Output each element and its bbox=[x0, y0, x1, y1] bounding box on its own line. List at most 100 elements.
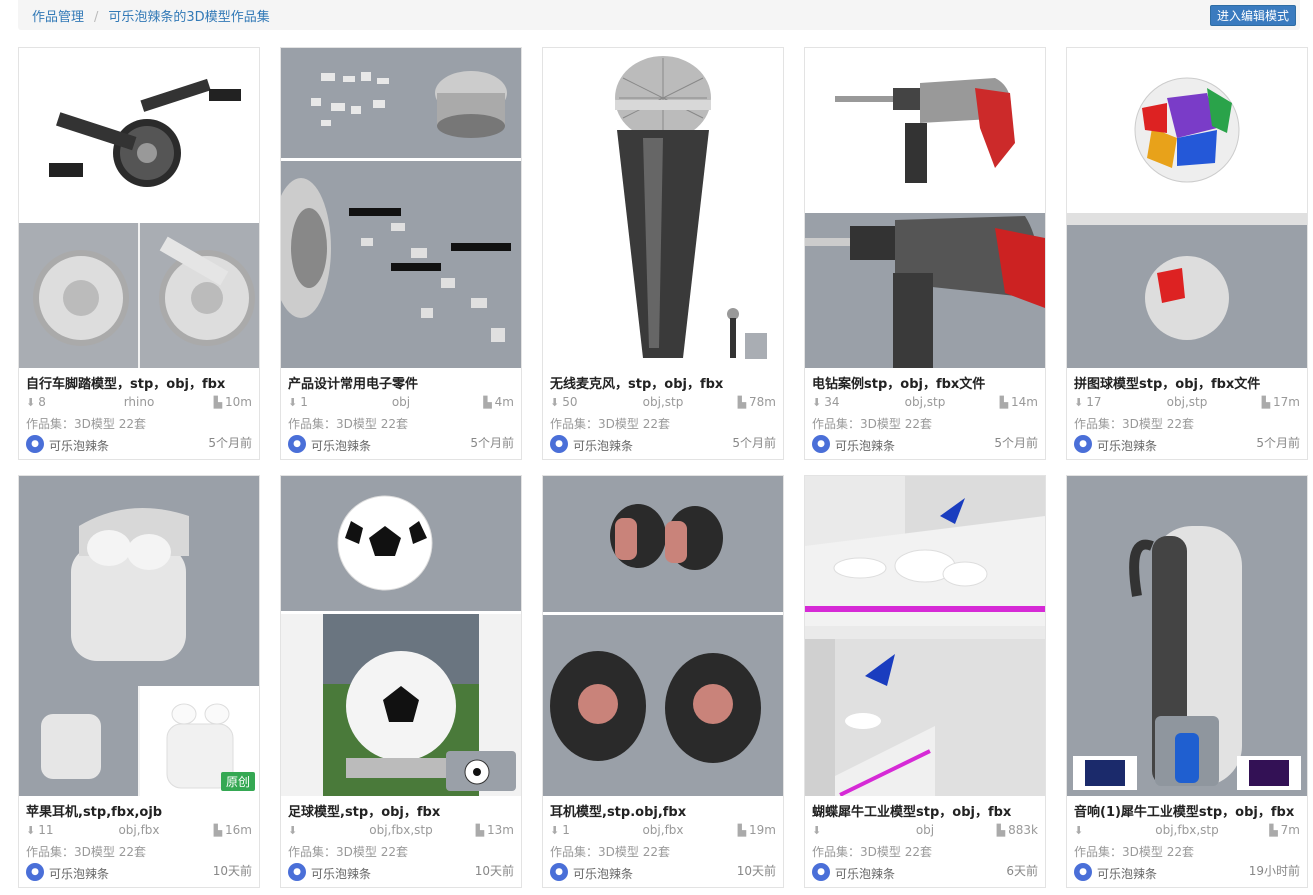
file-size: ▙ 4m bbox=[483, 395, 514, 409]
work-card[interactable]: 电钻案例stp，obj，fbx文件 ⬇ 34 obj,stp ▙ 14m 作品集：3… bbox=[804, 47, 1046, 460]
work-card[interactable]: 耳机模型,stp.obj,fbx ⬇ 1 obj,fbx ▙ 19m 作品集：3D模… bbox=[542, 475, 784, 888]
work-info: 无线麦克风，stp，obj，fbx ⬇ 50 obj,stp ▙ 78m 作品集：3… bbox=[543, 368, 783, 460]
file-size: ▙ 7m bbox=[1269, 823, 1300, 837]
author-name[interactable]: 可乐泡辣条 bbox=[49, 437, 109, 454]
collection-label[interactable]: 作品集：3D模型 22套 bbox=[26, 843, 252, 860]
work-thumbnail[interactable] bbox=[543, 48, 783, 368]
avatar-icon[interactable]: ● bbox=[26, 435, 44, 453]
file-size: ▙ 17m bbox=[1262, 395, 1300, 409]
work-stats: ⬇ 17 obj,stp ▙ 17m bbox=[1074, 395, 1300, 411]
work-thumbnail[interactable] bbox=[281, 48, 521, 368]
file-size-value: 14m bbox=[1011, 395, 1038, 409]
collection-label[interactable]: 作品集：3D模型 22套 bbox=[812, 415, 1038, 432]
collection-label[interactable]: 作品集：3D模型 22套 bbox=[1074, 415, 1300, 432]
file-size: ▙ 14m bbox=[1000, 395, 1038, 409]
work-thumbnail[interactable] bbox=[805, 476, 1045, 796]
file-icon: ▙ bbox=[475, 824, 485, 837]
work-thumbnail[interactable] bbox=[805, 48, 1045, 368]
avatar-icon[interactable]: ● bbox=[1074, 435, 1092, 453]
file-size-value: 78m bbox=[749, 395, 776, 409]
work-info: 苹果耳机,stp,fbx,ojb ⬇ 11 obj,fbx ▙ 16m 作品集：3D… bbox=[19, 796, 259, 888]
work-thumbnail[interactable] bbox=[281, 476, 521, 796]
work-card[interactable]: 拼图球模型stp，obj，fbx文件 ⬇ 17 obj,stp ▙ 17m 作品集：… bbox=[1066, 47, 1308, 460]
avatar-icon[interactable]: ● bbox=[812, 863, 830, 881]
work-title[interactable]: 电钻案例stp，obj，fbx文件 bbox=[812, 373, 1038, 392]
work-thumbnail[interactable] bbox=[1067, 476, 1307, 796]
work-info: 音响(1)犀牛工业模型stp，obj，fbx ⬇ obj,fbx,stp ▙ 7m… bbox=[1067, 796, 1307, 888]
work-card[interactable]: 音响(1)犀牛工业模型stp，obj，fbx ⬇ obj,fbx,stp ▙ 7m… bbox=[1066, 475, 1308, 888]
work-title[interactable]: 音响(1)犀牛工业模型stp，obj，fbx bbox=[1074, 801, 1300, 820]
file-icon: ▙ bbox=[213, 824, 223, 837]
author-row: ● 可乐泡辣条 10天前 bbox=[26, 862, 252, 882]
work-title[interactable]: 产品设计常用电子零件 bbox=[288, 373, 514, 392]
work-card[interactable]: 原创 苹果耳机,stp,fbx,ojb ⬇ 11 obj,fbx ▙ 16m 作品集… bbox=[18, 475, 260, 888]
work-info: 产品设计常用电子零件 ⬇ 1 obj ▙ 4m 作品集：3D模型 22套 ● 可乐泡… bbox=[281, 368, 521, 460]
work-card[interactable]: 蝴蝶犀牛工业模型stp，obj，fbx ⬇ obj ▙ 883k 作品集：3D模型… bbox=[804, 475, 1046, 888]
work-title[interactable]: 自行车脚踏模型，stp，obj，fbx bbox=[26, 373, 252, 392]
breadcrumb: 作品管理 / 可乐泡辣条的3D模型作品集 bbox=[32, 6, 270, 25]
author-name[interactable]: 可乐泡辣条 bbox=[1097, 437, 1157, 454]
work-info: 蝴蝶犀牛工业模型stp，obj，fbx ⬇ obj ▙ 883k 作品集：3D模型… bbox=[805, 796, 1045, 888]
work-title[interactable]: 耳机模型,stp.obj,fbx bbox=[550, 801, 776, 820]
avatar-icon[interactable]: ● bbox=[812, 435, 830, 453]
work-thumbnail[interactable] bbox=[19, 48, 259, 368]
work-card[interactable]: 自行车脚踏模型，stp，obj，fbx ⬇ 8 rhino ▙ 10m 作品集：3D… bbox=[18, 47, 260, 460]
work-card[interactable]: 产品设计常用电子零件 ⬇ 1 obj ▙ 4m 作品集：3D模型 22套 ● 可乐泡… bbox=[280, 47, 522, 460]
edit-mode-button[interactable]: 进入编辑模式 bbox=[1209, 5, 1296, 26]
collection-label[interactable]: 作品集：3D模型 22套 bbox=[550, 415, 776, 432]
publish-time: 10天前 bbox=[474, 864, 514, 878]
author-row: ● 可乐泡辣条 10天前 bbox=[550, 862, 776, 882]
work-stats: ⬇ obj,fbx,stp ▙ 13m bbox=[288, 823, 514, 839]
author-name[interactable]: 可乐泡辣条 bbox=[311, 865, 371, 882]
file-icon: ▙ bbox=[483, 396, 492, 409]
work-card[interactable]: 足球模型,stp，obj，fbx ⬇ obj,fbx,stp ▙ 13m 作品集：… bbox=[280, 475, 522, 888]
author-row: ● 可乐泡辣条 6天前 bbox=[812, 862, 1038, 882]
work-card[interactable]: 无线麦克风，stp，obj，fbx ⬇ 50 obj,stp ▙ 78m 作品集：3… bbox=[542, 47, 784, 460]
breadcrumb-separator: / bbox=[94, 10, 99, 25]
avatar-icon[interactable]: ● bbox=[288, 435, 306, 453]
collection-label[interactable]: 作品集：3D模型 22套 bbox=[550, 843, 776, 860]
author-name[interactable]: 可乐泡辣条 bbox=[49, 865, 109, 882]
author-name[interactable]: 可乐泡辣条 bbox=[1097, 865, 1157, 882]
work-stats: ⬇ 11 obj,fbx ▙ 16m bbox=[26, 823, 252, 839]
breadcrumb-current[interactable]: 可乐泡辣条的3D模型作品集 bbox=[108, 10, 269, 25]
avatar-icon[interactable]: ● bbox=[288, 863, 306, 881]
work-info: 拼图球模型stp，obj，fbx文件 ⬇ 17 obj,stp ▙ 17m 作品集：… bbox=[1067, 368, 1307, 460]
avatar-icon[interactable]: ● bbox=[550, 863, 568, 881]
work-stats: ⬇ 8 rhino ▙ 10m bbox=[26, 395, 252, 411]
work-title[interactable]: 足球模型,stp，obj，fbx bbox=[288, 801, 514, 820]
author-name[interactable]: 可乐泡辣条 bbox=[835, 437, 895, 454]
author-name[interactable]: 可乐泡辣条 bbox=[573, 865, 633, 882]
author-name[interactable]: 可乐泡辣条 bbox=[573, 437, 633, 454]
work-title[interactable]: 无线麦克风，stp，obj，fbx bbox=[550, 373, 776, 392]
publish-time: 10天前 bbox=[212, 864, 252, 878]
avatar-icon[interactable]: ● bbox=[26, 863, 44, 881]
file-formats: obj bbox=[391, 395, 411, 409]
work-thumbnail[interactable] bbox=[19, 476, 259, 796]
file-size: ▙ 16m bbox=[214, 823, 252, 837]
file-size: ▙ 78m bbox=[738, 395, 776, 409]
file-size-value: 4m bbox=[494, 395, 514, 409]
author-row: ● 可乐泡辣条 5个月前 bbox=[288, 434, 514, 454]
breadcrumb-root-link[interactable]: 作品管理 bbox=[32, 10, 84, 25]
collection-label[interactable]: 作品集：3D模型 22套 bbox=[288, 843, 514, 860]
collection-label[interactable]: 作品集：3D模型 22套 bbox=[288, 415, 514, 432]
work-info: 电钻案例stp，obj，fbx文件 ⬇ 34 obj,stp ▙ 14m 作品集：3… bbox=[805, 368, 1045, 460]
work-title[interactable]: 苹果耳机,stp,fbx,ojb bbox=[26, 801, 252, 820]
work-title[interactable]: 蝴蝶犀牛工业模型stp，obj，fbx bbox=[812, 801, 1038, 820]
work-title[interactable]: 拼图球模型stp，obj，fbx文件 bbox=[1074, 373, 1300, 392]
author-name[interactable]: 可乐泡辣条 bbox=[835, 865, 895, 882]
avatar-icon[interactable]: ● bbox=[550, 435, 568, 453]
author-name[interactable]: 可乐泡辣条 bbox=[311, 437, 371, 454]
collection-label[interactable]: 作品集：3D模型 22套 bbox=[1074, 843, 1300, 860]
work-thumbnail[interactable] bbox=[543, 476, 783, 796]
file-size: ▙ 19m bbox=[738, 823, 776, 837]
collection-label[interactable]: 作品集：3D模型 22套 bbox=[26, 415, 252, 432]
author-row: ● 可乐泡辣条 5个月前 bbox=[26, 434, 252, 454]
collection-label[interactable]: 作品集：3D模型 22套 bbox=[812, 843, 1038, 860]
work-stats: ⬇ obj,fbx,stp ▙ 7m bbox=[1074, 823, 1300, 839]
original-badge: 原创 bbox=[220, 772, 255, 791]
avatar-icon[interactable]: ● bbox=[1074, 863, 1092, 881]
file-icon: ▙ bbox=[996, 824, 1006, 837]
work-thumbnail[interactable] bbox=[1067, 48, 1307, 368]
